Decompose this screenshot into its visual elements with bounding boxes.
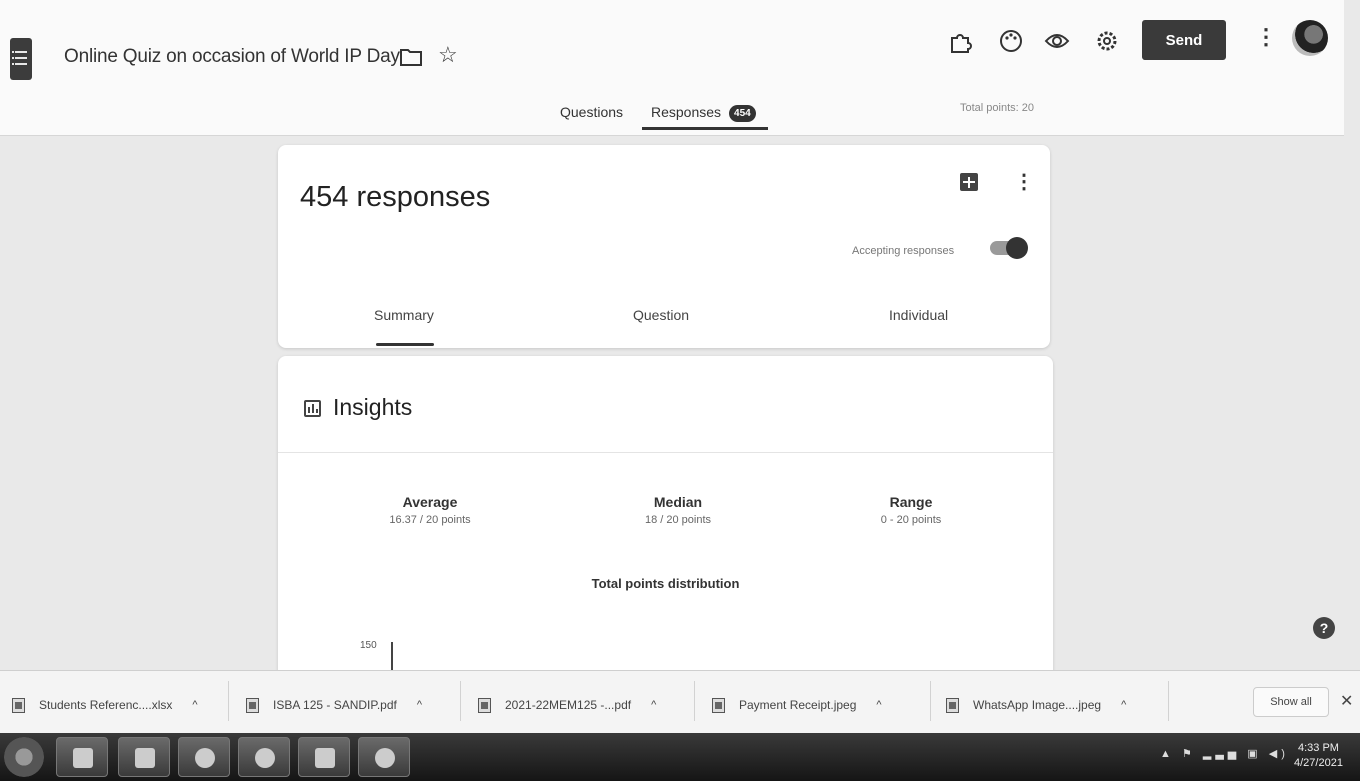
addon-icon[interactable] — [948, 28, 974, 54]
subtab-question[interactable]: Question — [633, 307, 689, 323]
chevron-up-icon[interactable]: ^ — [876, 699, 881, 711]
stat-value: 0 - 20 points — [880, 514, 942, 526]
subtab-individual[interactable]: Individual — [889, 307, 948, 323]
active-subtab-indicator — [376, 343, 434, 346]
download-filename: 2021-22MEM125 -...pdf — [505, 698, 632, 712]
download-item[interactable]: Payment Receipt.jpeg ^ — [712, 695, 882, 715]
y-axis-line — [391, 642, 393, 672]
close-icon[interactable]: ✕ — [1340, 691, 1353, 711]
download-item[interactable]: Students Referenc....xlsx ^ — [12, 695, 198, 715]
excel-file-icon — [12, 697, 25, 713]
pdf-file-icon — [246, 697, 259, 713]
downloads-bar: Students Referenc....xlsx ^ ISBA 125 - S… — [0, 670, 1360, 733]
responses-count-title: 454 responses — [300, 181, 491, 213]
accepting-responses-toggle[interactable] — [990, 237, 1028, 259]
help-icon[interactable]: ? — [1313, 617, 1335, 639]
tab-responses[interactable]: Responses 454 — [651, 104, 756, 122]
preview-eye-icon[interactable] — [1044, 28, 1070, 54]
separator — [228, 681, 229, 721]
image-file-icon — [946, 697, 959, 713]
separator — [930, 681, 931, 721]
subtab-summary[interactable]: Summary — [374, 307, 434, 323]
windows-taskbar: ▲ ⚑ ▂▃▅ ▣ ◀) 4:33 PM 4/27/2021 — [0, 733, 1360, 781]
more-vert-icon[interactable]: ⋮ — [1255, 24, 1277, 50]
file-explorer-icon[interactable] — [56, 737, 108, 777]
paint-icon[interactable] — [358, 737, 410, 777]
image-file-icon — [712, 697, 725, 713]
clock-time: 4:33 PM — [1297, 742, 1339, 754]
download-filename: Students Referenc....xlsx — [39, 698, 173, 712]
stat-median: Median 18 / 20 points — [578, 494, 778, 526]
download-filename: ISBA 125 - SANDIP.pdf — [273, 698, 397, 712]
folder-icon[interactable] — [400, 48, 422, 66]
responses-count-badge: 454 — [729, 104, 756, 122]
tab-responses-label: Responses — [651, 104, 722, 120]
stat-label: Average — [402, 494, 458, 510]
clock-date: 4/27/2021 — [1294, 757, 1343, 769]
download-item[interactable]: 2021-22MEM125 -...pdf ^ — [478, 695, 656, 715]
google-forms-icon[interactable] — [10, 38, 32, 80]
palette-icon[interactable] — [998, 28, 1024, 54]
chevron-up-icon[interactable]: ^ — [192, 699, 197, 711]
total-points: Total points: 20 — [960, 102, 1034, 114]
separator — [1168, 681, 1169, 721]
chevron-up-icon[interactable]: ^ — [651, 699, 656, 711]
create-spreadsheet-icon[interactable] — [960, 173, 978, 191]
divider — [278, 452, 1053, 453]
toggle-knob — [1006, 237, 1028, 259]
stat-average: Average 16.37 / 20 points — [330, 494, 530, 526]
star-icon[interactable]: ☆ — [438, 42, 458, 68]
download-item[interactable]: ISBA 125 - SANDIP.pdf ^ — [246, 695, 422, 715]
firefox-icon[interactable] — [178, 737, 230, 777]
responses-card: 454 responses ⋮ Accepting responses Summ… — [278, 145, 1050, 348]
chrome-icon[interactable] — [238, 737, 290, 777]
document-title[interactable]: Online Quiz on occasion of World IP Day — [64, 46, 400, 68]
active-tab-indicator — [642, 127, 768, 130]
download-item[interactable]: WhatsApp Image....jpeg ^ — [946, 695, 1126, 715]
responses-more-icon[interactable]: ⋮ — [1014, 169, 1034, 194]
chevron-up-icon[interactable]: ^ — [1121, 699, 1126, 711]
y-axis-tick: 150 — [360, 640, 377, 651]
distribution-chart-title: Total points distribution — [591, 576, 740, 591]
stat-value: 16.37 / 20 points — [389, 514, 471, 526]
word-icon[interactable] — [298, 737, 350, 777]
download-filename: Payment Receipt.jpeg — [739, 698, 857, 712]
tab-questions[interactable]: Questions — [560, 104, 623, 120]
separator — [460, 681, 461, 721]
stat-label: Range — [889, 494, 933, 510]
pdf-file-icon — [478, 697, 491, 713]
avatar[interactable] — [1292, 20, 1328, 56]
insights-card: Insights Average 16.37 / 20 points Media… — [278, 356, 1053, 676]
chevron-up-icon[interactable]: ^ — [417, 699, 422, 711]
stat-label: Median — [653, 494, 703, 510]
stat-value: 18 / 20 points — [644, 514, 712, 526]
settings-gear-icon[interactable] — [1094, 28, 1120, 54]
show-all-button[interactable]: Show all — [1253, 687, 1329, 717]
separator — [694, 681, 695, 721]
app-header: Online Quiz on occasion of World IP Day … — [0, 0, 1344, 136]
start-button[interactable] — [4, 737, 44, 777]
insights-chart-icon — [304, 400, 321, 417]
download-filename: WhatsApp Image....jpeg — [973, 698, 1102, 712]
stat-range: Range 0 - 20 points — [811, 494, 1011, 526]
system-tray-icons[interactable]: ▲ ⚑ ▂▃▅ ▣ ◀) — [1160, 747, 1289, 760]
app-launcher-icon[interactable] — [118, 737, 170, 777]
send-button[interactable]: Send — [1142, 20, 1226, 60]
system-clock[interactable]: 4:33 PM 4/27/2021 — [1294, 741, 1343, 771]
accepting-responses-label: Accepting responses — [852, 245, 955, 257]
insights-title: Insights — [333, 394, 413, 420]
